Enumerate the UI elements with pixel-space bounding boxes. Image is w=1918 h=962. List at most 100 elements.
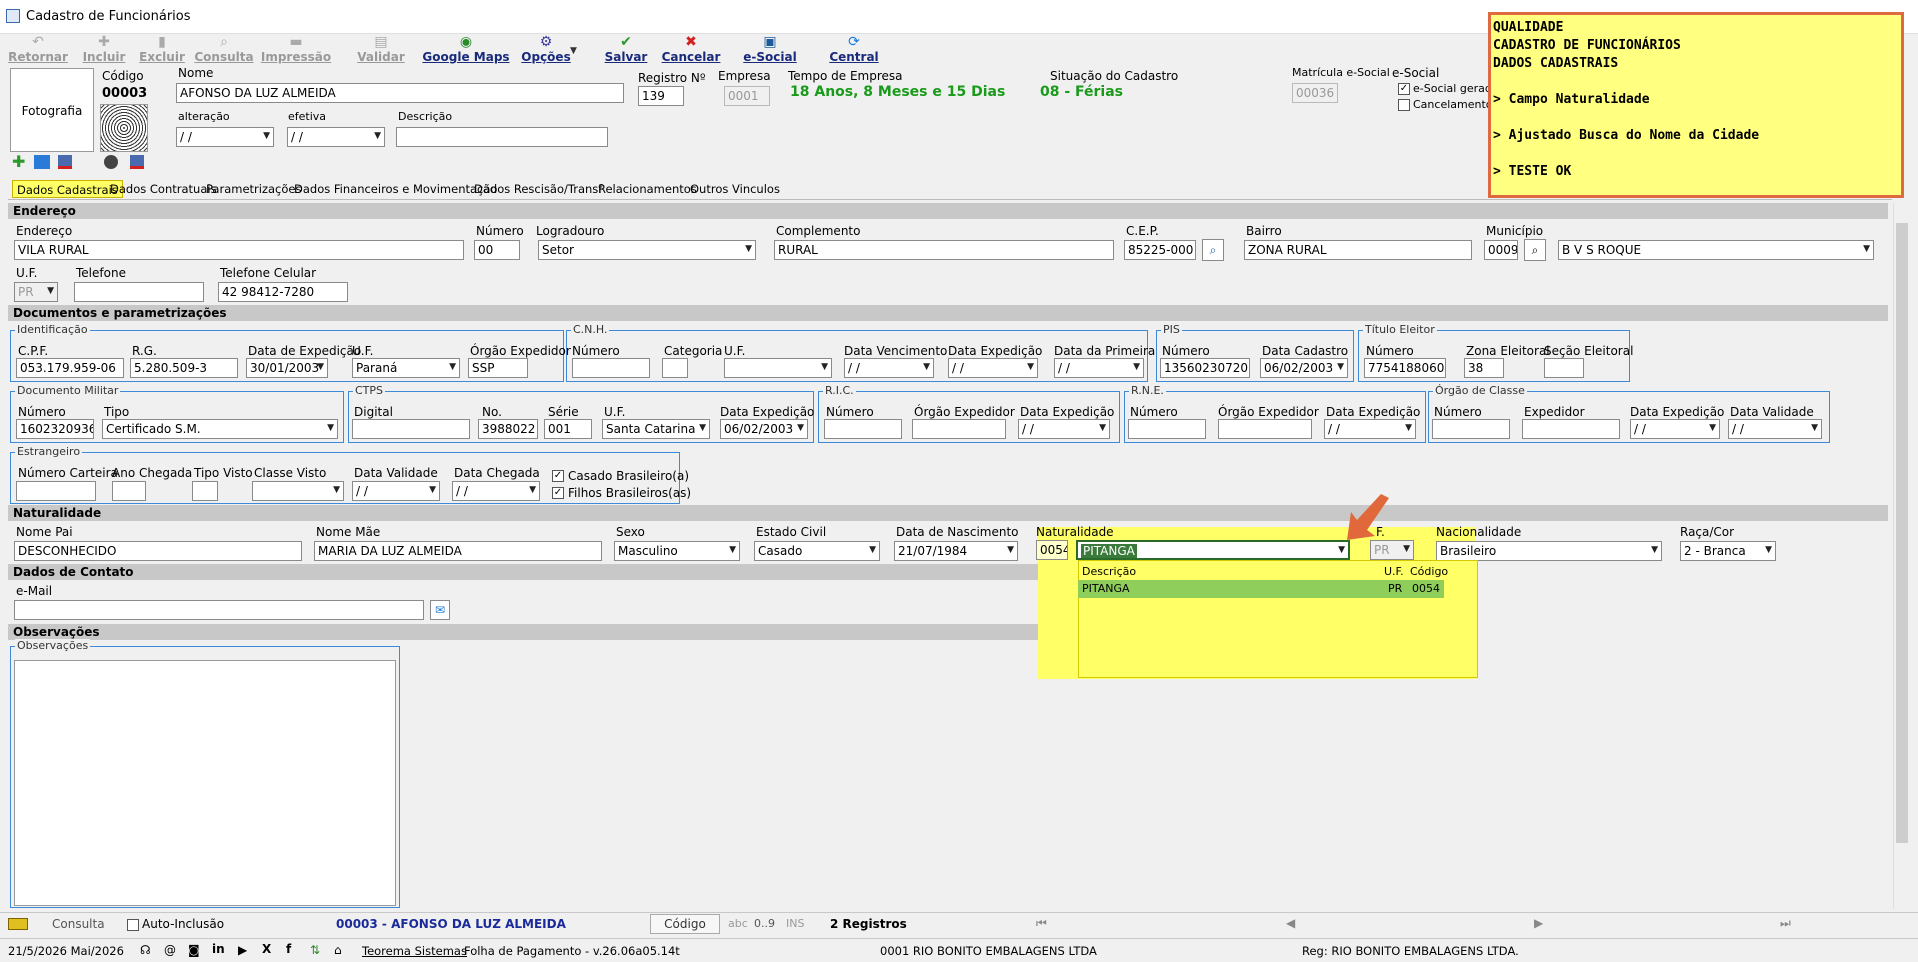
observacoes-textarea[interactable] (14, 660, 396, 906)
central-button[interactable]: ⟳ Central (824, 34, 884, 64)
cnh-numero-input[interactable] (572, 358, 650, 378)
filhos-brasileiros-checkbox[interactable]: ✓ (552, 487, 564, 499)
google-maps-button[interactable]: ◉ Google Maps (422, 34, 510, 64)
next-record-icon[interactable]: ▶ (1534, 916, 1543, 930)
militar-numero-input[interactable]: 160232093650 (16, 419, 94, 439)
fingerprint-icon[interactable] (100, 104, 148, 152)
alteracao-date[interactable]: / / (176, 127, 274, 147)
pis-cadastro-date[interactable]: 06/02/2003 (1260, 358, 1348, 378)
endereco-input[interactable]: VILA RURAL (14, 240, 464, 260)
first-record-icon[interactable]: ⏮ (1036, 916, 1047, 931)
at-icon[interactable]: @ (164, 943, 176, 957)
esocial-gerad-checkbox[interactable]: ✓ (1398, 83, 1410, 95)
linkedin-icon[interactable]: in (212, 942, 225, 956)
municipio-code-input[interactable]: 0009 (1484, 240, 1518, 260)
classe-numero-input[interactable] (1432, 419, 1510, 439)
ctps-serie-input[interactable]: 001 (544, 419, 592, 439)
cnh-uf-select[interactable] (724, 358, 832, 378)
estrangeiro-visto-input[interactable] (192, 481, 218, 501)
estrangeiro-validade-date[interactable]: / / (352, 481, 440, 501)
ric-orgao-input[interactable] (912, 419, 1006, 439)
naturalidade-select[interactable]: PITANGA (1076, 540, 1350, 560)
cnh-exp-date[interactable]: / / (948, 358, 1038, 378)
ric-exp-date[interactable]: / / (1018, 419, 1110, 439)
tab-relacionamentos[interactable]: Relacionamentos (594, 180, 701, 198)
cnh-primeira-date[interactable]: / / (1054, 358, 1144, 378)
x-twitter-icon[interactable]: X (262, 942, 271, 956)
validar-button[interactable]: ▤ Validar (350, 34, 412, 64)
militar-tipo-select[interactable]: Certificado S.M. (102, 419, 338, 439)
estrangeiro-carteira-input[interactable] (16, 481, 96, 501)
cep-search-icon[interactable]: ⌕ (1202, 239, 1224, 261)
titulo-secao-input[interactable] (1544, 358, 1584, 378)
cpf-input[interactable]: 053.179.959-06 (16, 358, 124, 378)
telefone-input[interactable] (74, 282, 204, 302)
efetiva-date[interactable]: / / (287, 127, 385, 147)
dropdown-row-uf[interactable]: PR (1388, 582, 1402, 595)
teamviewer-icon[interactable]: ⇅ (310, 943, 320, 957)
classe-expedidor-input[interactable] (1522, 419, 1620, 439)
rne-orgao-input[interactable] (1218, 419, 1312, 439)
nacionalidade-select[interactable]: Brasileiro (1436, 541, 1662, 561)
camera-icon[interactable] (34, 155, 50, 169)
registro-input[interactable]: 139 (638, 86, 684, 106)
auto-inclusao-checkbox[interactable] (127, 919, 139, 931)
cancelar-button[interactable]: ✖ Cancelar (658, 34, 724, 64)
add-photo-icon[interactable]: ✚ (12, 154, 28, 170)
fingerprint-capture-icon[interactable] (104, 155, 118, 169)
consulta-button[interactable]: ⌕ Consulta (192, 34, 256, 64)
logradouro-select[interactable]: Setor (538, 240, 756, 260)
sort-codigo-button[interactable]: Código (650, 914, 720, 934)
pis-numero-input[interactable]: 13560230720 (1160, 358, 1250, 378)
numero-input[interactable]: 00 (474, 240, 520, 260)
salvar-button[interactable]: ✔ Salvar (596, 34, 656, 64)
esocial-button[interactable]: ▣ e-Social (738, 34, 802, 64)
rg-input[interactable]: 5.280.509-3 (130, 358, 238, 378)
estrangeiro-chegada-date[interactable]: / / (452, 481, 540, 501)
cep-input[interactable]: 85225-000 (1124, 240, 1196, 260)
titulo-numero-input[interactable]: 77541880604 (1364, 358, 1446, 378)
sexo-select[interactable]: Masculino (614, 541, 740, 561)
nome-input[interactable]: AFONSO DA LUZ ALMEIDA (176, 83, 624, 103)
rg-data-exp-date[interactable]: 30/01/2003 (246, 358, 328, 378)
impressao-button[interactable]: ▬ Impressão (258, 34, 334, 64)
incluir-button[interactable]: ✚ Incluir (76, 34, 132, 64)
bairro-input[interactable]: ZONA RURAL (1244, 240, 1472, 260)
naturalidade-code-input[interactable]: 0054 (1036, 540, 1068, 560)
raca-select[interactable]: 2 - Branca (1680, 541, 1776, 561)
classe-val-date[interactable]: / / (1728, 419, 1822, 439)
estrangeiro-classe-select[interactable] (252, 481, 344, 501)
delete-photo-icon[interactable] (58, 155, 72, 169)
titulo-zona-input[interactable]: 38 (1464, 358, 1504, 378)
cancelamento-checkbox[interactable] (1398, 99, 1410, 111)
youtube-icon[interactable]: ▶ (238, 943, 247, 957)
cnh-categoria-input[interactable] (662, 358, 688, 378)
send-email-icon[interactable]: ✉ (430, 600, 450, 620)
estrangeiro-ano-input[interactable] (112, 481, 146, 501)
facebook-icon[interactable]: f (286, 942, 291, 956)
prev-record-icon[interactable]: ◀ (1286, 916, 1295, 930)
pai-input[interactable]: DESCONHECIDO (14, 541, 302, 561)
municipio-select[interactable]: B V S ROQUE (1558, 240, 1874, 260)
teorema-link[interactable]: Teorema Sistemas (362, 944, 467, 958)
school-icon[interactable]: ⌂ (334, 943, 342, 957)
retornar-button[interactable]: ↶ Retornar (8, 34, 68, 64)
last-record-icon[interactable]: ⏭ (1780, 916, 1791, 931)
excluir-button[interactable]: ▮ Excluir (134, 34, 190, 64)
tab-outros-vinculos[interactable]: Outros Vinculos (686, 180, 784, 198)
rne-exp-date[interactable]: / / (1324, 419, 1416, 439)
municipio-search-icon[interactable]: ⌕ (1524, 239, 1546, 261)
dropdown-row-codigo[interactable]: 0054 (1412, 582, 1440, 595)
dropdown-row-descricao[interactable]: PITANGA (1082, 582, 1130, 595)
celular-input[interactable]: 42 98412-7280 (218, 282, 348, 302)
tab-dados-rescisao[interactable]: Dados Rescisão/Transf (470, 180, 606, 198)
delete-fingerprint-icon[interactable] (130, 155, 144, 169)
mae-input[interactable]: MARIA DA LUZ ALMEIDA (314, 541, 602, 561)
descricao-input[interactable] (396, 127, 608, 147)
ctps-uf-select[interactable]: Santa Catarina (602, 419, 710, 439)
ctps-digital-input[interactable] (352, 419, 470, 439)
rg-uf-select[interactable]: Paraná (352, 358, 460, 378)
instagram-icon[interactable]: ◙ (188, 943, 200, 957)
rg-orgao-input[interactable]: SSP (468, 358, 528, 378)
chevron-down-icon[interactable]: ▼ (570, 46, 577, 56)
